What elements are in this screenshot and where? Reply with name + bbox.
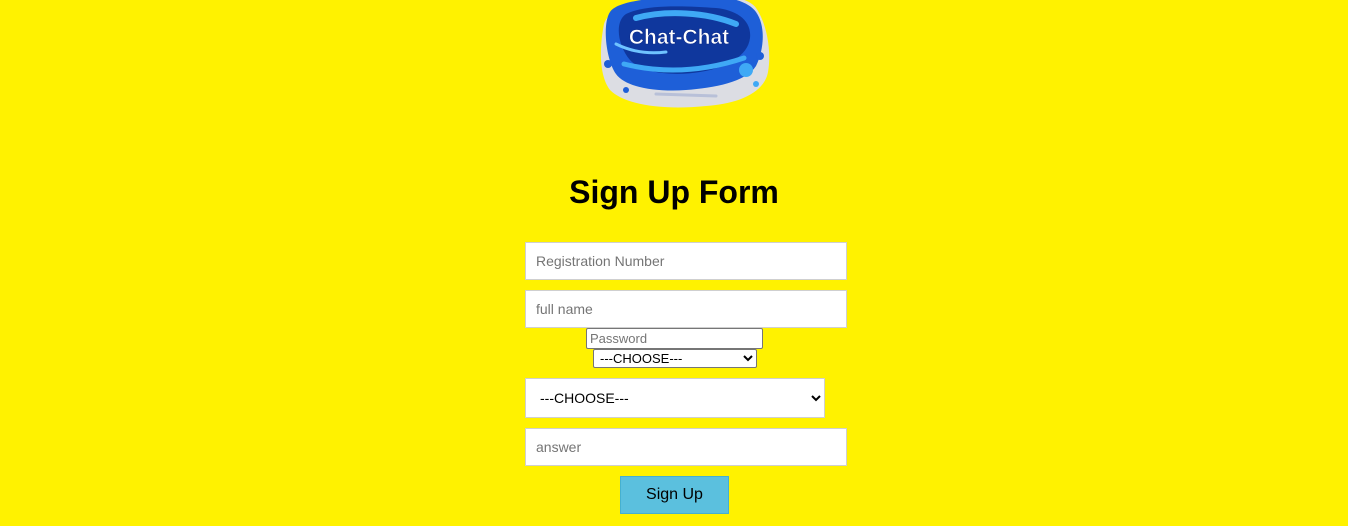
page-title: Sign Up Form	[569, 174, 779, 210]
password-input[interactable]	[586, 328, 763, 349]
security-question-select[interactable]: ---CHOOSE---	[525, 378, 825, 418]
chat-chat-logo: Chat-Chat	[596, 0, 772, 112]
small-choose-select[interactable]: ---CHOOSE---	[593, 349, 757, 368]
full-name-input[interactable]	[525, 290, 847, 328]
signup-page: Chat-Chat Sign Up Form ---CHOOSE--- ---C…	[0, 0, 1348, 526]
registration-number-input[interactable]	[525, 242, 847, 280]
answer-input[interactable]	[525, 428, 847, 466]
logo-text: Chat-Chat	[629, 26, 729, 49]
sign-up-button[interactable]: Sign Up	[620, 476, 729, 514]
